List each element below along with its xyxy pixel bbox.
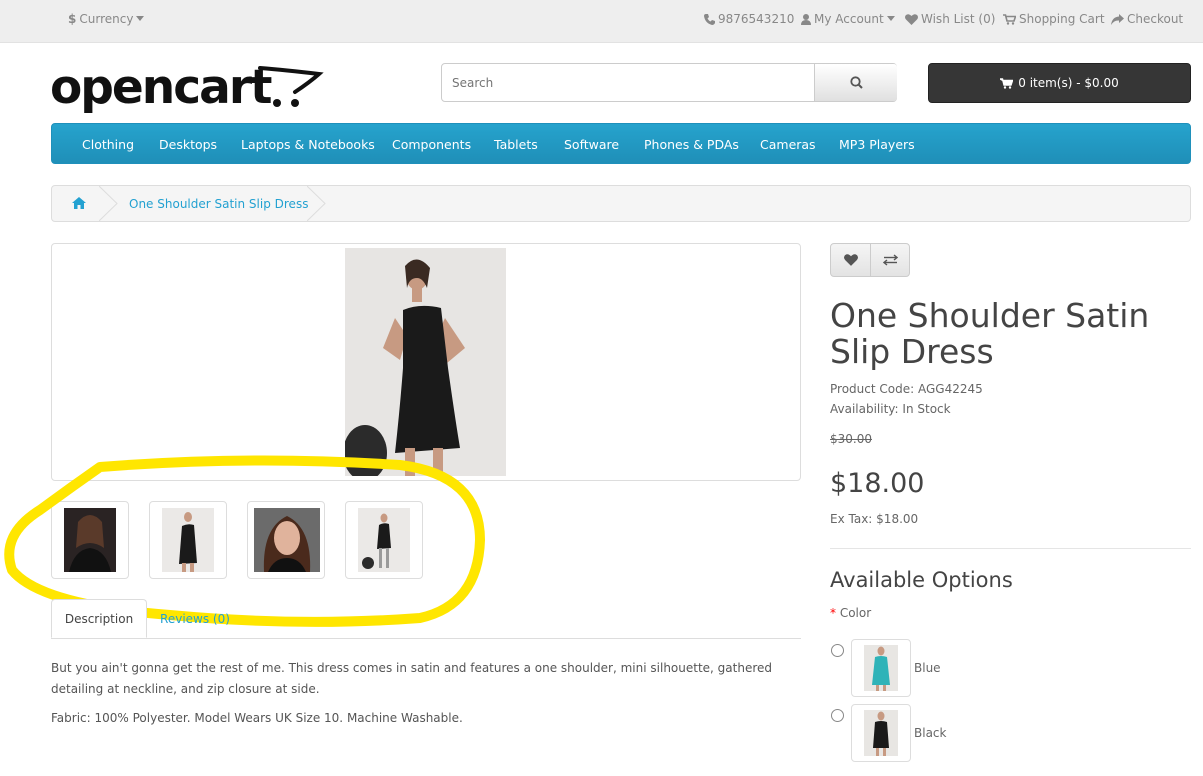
description-fabric: Fabric: 100% Polyester. Model Wears UK S…: [51, 711, 463, 725]
cart-icon: [1000, 77, 1014, 89]
menu-item-components[interactable]: Components: [392, 137, 471, 152]
availability-value: In Stock: [902, 402, 951, 416]
exchange-icon: [883, 254, 898, 266]
tab-reviews[interactable]: Reviews (0): [147, 599, 243, 638]
color-image-black[interactable]: [851, 704, 911, 762]
cart-button[interactable]: 0 item(s) - $0.00: [928, 63, 1191, 103]
color-radio-blue[interactable]: [831, 644, 844, 657]
options-title: Available Options: [830, 568, 1013, 592]
color-radio-black[interactable]: [831, 709, 844, 722]
product-photo: [345, 248, 506, 476]
checkout-link[interactable]: Checkout: [1111, 12, 1183, 26]
menu-item-cameras[interactable]: Cameras: [760, 137, 816, 152]
main-menu: Clothing Desktops Laptops & Notebooks Co…: [51, 123, 1191, 164]
product-title: One Shoulder Satin Slip Dress: [830, 296, 1150, 371]
divider: [830, 548, 1191, 549]
product-code: AGG42245: [917, 382, 983, 396]
availability-label: Availability:: [830, 402, 899, 416]
store-logo[interactable]: opencart: [50, 60, 325, 115]
color-option-label: * Color: [830, 606, 871, 620]
heart-icon: [905, 13, 918, 25]
search-icon: [849, 76, 863, 89]
currency-label: Currency: [79, 12, 134, 26]
search-button[interactable]: [814, 64, 897, 101]
breadcrumb: One Shoulder Satin Slip Dress: [51, 185, 1191, 222]
menu-item-tablets[interactable]: Tablets: [494, 137, 538, 152]
phone-link[interactable]: 9876543210: [704, 12, 794, 26]
product-price: $18.00: [830, 468, 925, 499]
menu-item-software[interactable]: Software: [564, 137, 619, 152]
ex-tax-label: Ex Tax:: [830, 512, 873, 526]
shopping-cart-link[interactable]: Shopping Cart: [1003, 12, 1105, 26]
heart-icon: [843, 254, 858, 266]
main-product-image[interactable]: [51, 243, 801, 481]
color-option-black-label: Black: [914, 726, 947, 740]
shopping-cart-label: Shopping Cart: [1019, 12, 1105, 26]
logo-cart-icon: [258, 66, 324, 107]
color-option-blue-label: Blue: [914, 661, 941, 675]
menu-item-clothing[interactable]: Clothing: [82, 137, 134, 152]
my-account-label: My Account: [814, 12, 884, 26]
caret-down-icon: [886, 16, 895, 21]
menu-item-desktops[interactable]: Desktops: [159, 137, 217, 152]
menu-item-phones[interactable]: Phones & PDAs: [644, 137, 739, 152]
thumbnail-photo: [64, 508, 116, 572]
thumbnail-2[interactable]: [149, 501, 227, 579]
compare-button[interactable]: [871, 244, 910, 276]
menu-item-laptops[interactable]: Laptops & Notebooks: [241, 137, 375, 152]
caret-down-icon: [136, 16, 145, 21]
menu-item-mp3-players[interactable]: MP3 Players: [839, 137, 915, 152]
home-icon[interactable]: [72, 197, 86, 209]
old-price: $30.00: [830, 432, 872, 446]
product-tabs: Description Reviews (0): [51, 599, 801, 639]
thumbnail-photo: [254, 508, 320, 572]
cart-total: 0 item(s) - $0.00: [1018, 76, 1119, 90]
description-text: But you ain't gonna get the rest of me. …: [51, 661, 773, 696]
option-photo: [864, 710, 898, 756]
phone-icon: [704, 13, 715, 25]
top-bar: $ Currency 9876543210 My Account Wish Li…: [0, 0, 1203, 43]
product-code-line: Product Code: AGG42245: [830, 382, 983, 396]
product-action-buttons: [830, 243, 910, 277]
option-photo: [864, 645, 898, 691]
thumbnail-photo: [162, 508, 214, 572]
ex-tax-line: Ex Tax: $18.00: [830, 512, 918, 526]
breadcrumb-separator: [307, 186, 326, 221]
breadcrumb-product-link[interactable]: One Shoulder Satin Slip Dress: [129, 197, 308, 211]
thumbnail-photo: [358, 508, 410, 572]
availability-line: Availability: In Stock: [830, 402, 951, 416]
wish-list-label: Wish List (0): [921, 12, 996, 26]
tab-description[interactable]: Description: [51, 599, 147, 638]
phone-number: 9876543210: [718, 12, 795, 26]
required-mark: *: [830, 606, 836, 620]
add-to-wishlist-button[interactable]: [831, 244, 871, 276]
wish-list-link[interactable]: Wish List (0): [905, 12, 995, 26]
search-box: [441, 63, 897, 102]
currency-dropdown[interactable]: $ Currency: [68, 12, 145, 26]
product-code-label: Product Code:: [830, 382, 915, 396]
share-icon: [1111, 13, 1124, 25]
user-icon: [801, 13, 811, 25]
breadcrumb-separator: [99, 186, 118, 221]
color-image-blue[interactable]: [851, 639, 911, 697]
thumbnail-1[interactable]: [51, 501, 129, 579]
checkout-label: Checkout: [1127, 12, 1184, 26]
logo-text: opencart: [50, 60, 272, 115]
my-account-dropdown[interactable]: My Account: [801, 12, 895, 26]
dollar-icon: $: [68, 12, 77, 26]
thumbnail-4[interactable]: [345, 501, 423, 579]
cart-icon: [1003, 13, 1016, 25]
search-input[interactable]: [442, 64, 814, 101]
thumbnail-3[interactable]: [247, 501, 325, 579]
color-label: Color: [839, 606, 872, 620]
ex-tax-value: $18.00: [876, 512, 919, 526]
